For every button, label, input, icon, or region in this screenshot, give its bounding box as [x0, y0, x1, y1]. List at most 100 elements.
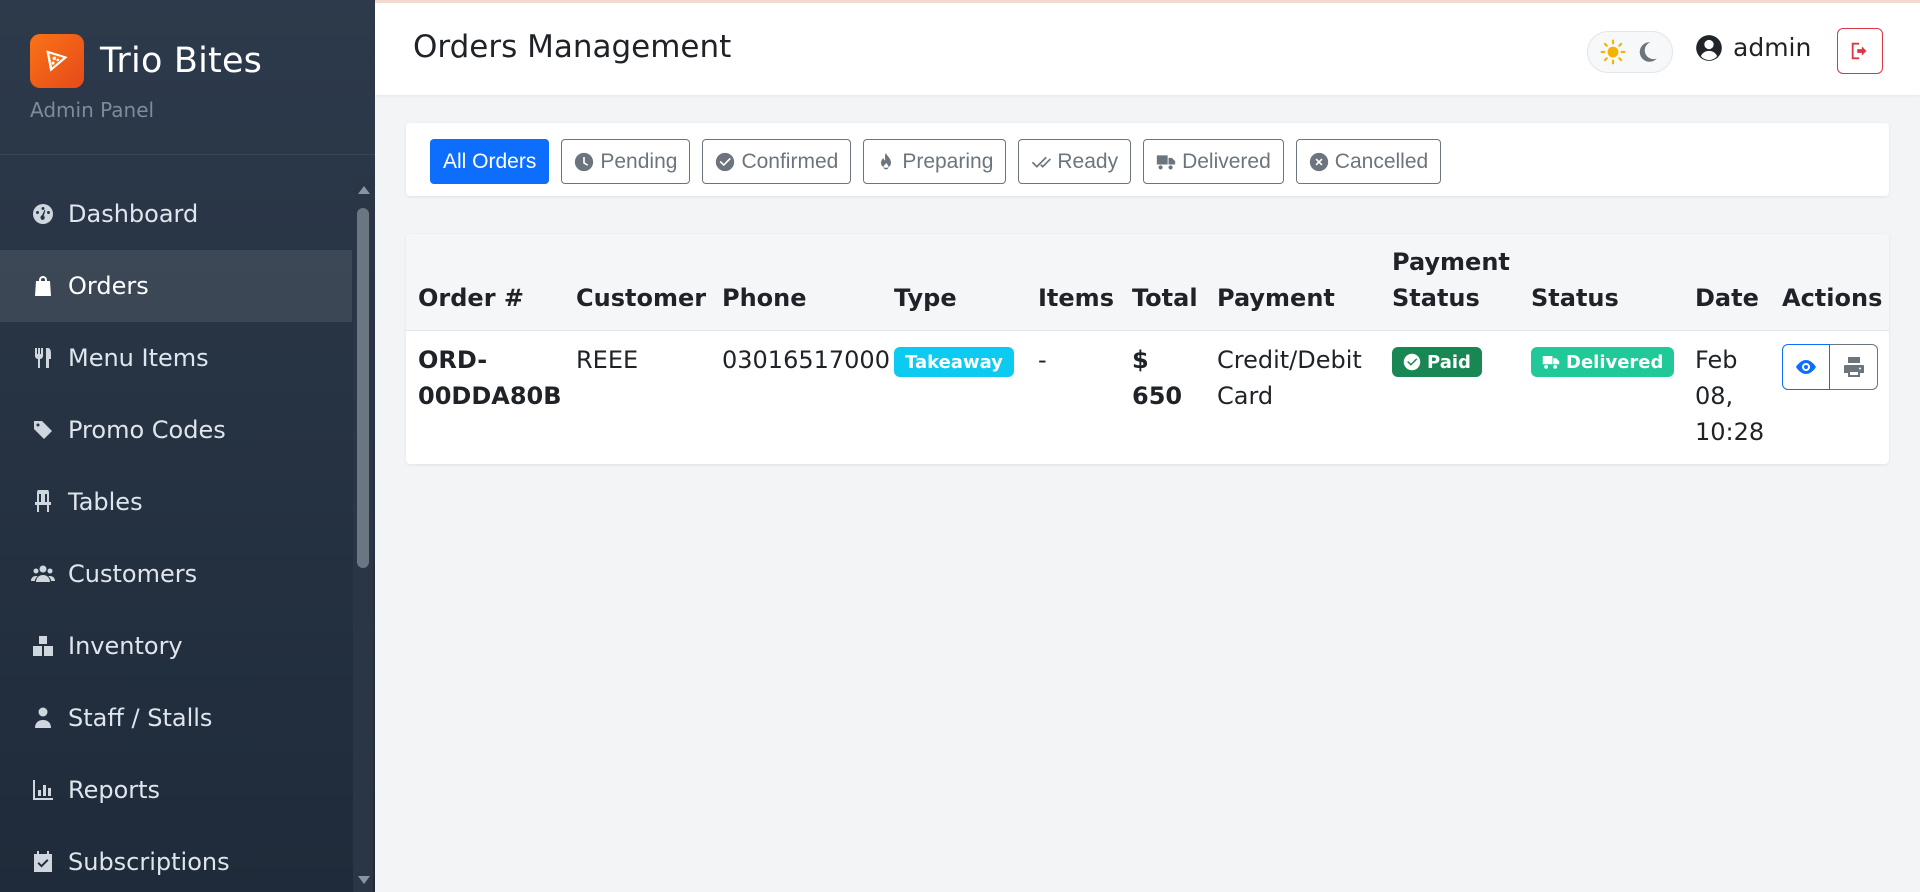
- filter-label: Cancelled: [1334, 149, 1429, 173]
- topbar: Orders Management admin: [375, 0, 1920, 95]
- order-type-label: Takeaway: [905, 351, 1003, 373]
- payment-method-line1: Credit/Debit: [1217, 346, 1362, 374]
- sidebar-item-dashboard[interactable]: Dashboard: [0, 178, 352, 250]
- brand: Trio Bites Admin Panel: [0, 0, 375, 155]
- chart-icon: [30, 777, 56, 803]
- filter-label: Confirmed: [741, 149, 839, 173]
- sidebar-scrollbar[interactable]: [353, 178, 373, 892]
- filter-pending-button[interactable]: Pending: [561, 139, 691, 184]
- chair-icon: [30, 489, 56, 515]
- payment-status-label: Paid: [1427, 351, 1471, 373]
- moon-icon[interactable]: [1634, 39, 1660, 65]
- logout-button[interactable]: [1837, 28, 1883, 74]
- brand-name: Trio Bites: [100, 41, 263, 81]
- filter-delivered-button[interactable]: Delivered: [1143, 139, 1284, 184]
- sidebar-item-customers[interactable]: Customers: [0, 538, 352, 610]
- check-circle-icon: [716, 152, 735, 171]
- eye-icon: [1796, 360, 1816, 374]
- user-menu[interactable]: admin: [1695, 33, 1811, 62]
- filter-confirmed-button[interactable]: Confirmed: [702, 139, 852, 184]
- order-number-line1: ORD-: [418, 346, 488, 374]
- scroll-down-arrow-icon[interactable]: [358, 876, 370, 884]
- tags-icon: [30, 417, 56, 443]
- double-check-icon: [1032, 156, 1052, 168]
- order-date-line1: Feb: [1695, 346, 1738, 374]
- row-actions: [1782, 344, 1878, 390]
- pizza-logo-icon: [30, 34, 84, 88]
- sidebar-item-menu-items[interactable]: Menu Items: [0, 322, 352, 394]
- order-status-label: Delivered: [1566, 351, 1664, 373]
- column-header-actions: Actions: [1782, 284, 1883, 312]
- sidebar-item-label: Dashboard: [68, 200, 199, 228]
- sidebar-item-label: Customers: [68, 560, 198, 588]
- sidebar-item-inventory[interactable]: Inventory: [0, 610, 352, 682]
- sidebar-item-label: Tables: [68, 488, 143, 516]
- column-header-total: Total: [1132, 284, 1198, 312]
- order-number-line2: 00DDA80B: [418, 382, 562, 410]
- filter-label: Preparing: [902, 149, 994, 173]
- filter-cancelled-button[interactable]: Cancelled: [1295, 139, 1442, 184]
- sidebar-item-label: Inventory: [68, 632, 183, 660]
- sidebar-item-label: Menu Items: [68, 344, 209, 372]
- customer-phone: 03016517000: [722, 346, 890, 374]
- view-order-button[interactable]: [1782, 344, 1830, 390]
- total-currency: $: [1132, 346, 1149, 374]
- filter-label: Ready: [1057, 149, 1119, 173]
- fire-icon: [881, 152, 892, 169]
- column-header-order: Order #: [418, 284, 524, 312]
- sidebar-item-label: Orders: [68, 272, 149, 300]
- column-header-date: Date: [1695, 284, 1759, 312]
- brand-subtitle: Admin Panel: [30, 98, 155, 122]
- print-icon: [1843, 357, 1864, 377]
- filter-label: Pending: [600, 149, 678, 173]
- sign-out-icon: [1851, 42, 1867, 60]
- calendar-check-icon: [30, 849, 56, 875]
- table-header: Order # Customer Phone Type Items Total …: [406, 234, 1889, 331]
- username: admin: [1733, 33, 1812, 62]
- sidebar-item-staff-stalls[interactable]: Staff / Stalls: [0, 682, 352, 754]
- column-header-payment: Payment: [1217, 284, 1335, 312]
- column-header-type: Type: [894, 284, 957, 312]
- sidebar-item-label: Promo Codes: [68, 416, 226, 444]
- sun-icon[interactable]: [1600, 39, 1626, 65]
- boxes-icon: [30, 633, 56, 659]
- sidebar-item-tables[interactable]: Tables: [0, 466, 352, 538]
- orders-table: Order # Customer Phone Type Items Total …: [406, 234, 1889, 464]
- column-header-payment-status-line2: Status: [1392, 284, 1480, 312]
- column-header-status: Status: [1531, 284, 1619, 312]
- sidebar-nav: Dashboard Orders Menu Items Promo Codes …: [0, 178, 352, 892]
- user-tie-icon: [30, 705, 56, 731]
- users-icon: [30, 561, 56, 587]
- sidebar-item-label: Subscriptions: [68, 848, 230, 876]
- sidebar-item-promo-codes[interactable]: Promo Codes: [0, 394, 352, 466]
- sidebar-item-label: Reports: [68, 776, 161, 804]
- sidebar-item-reports[interactable]: Reports: [0, 754, 352, 826]
- sidebar-item-subscriptions[interactable]: Subscriptions: [0, 826, 352, 892]
- print-order-button[interactable]: [1830, 344, 1878, 390]
- order-date-line2: 08,: [1695, 382, 1734, 410]
- filter-label: All Orders: [443, 149, 537, 173]
- scroll-up-arrow-icon[interactable]: [358, 186, 370, 194]
- filter-preparing-button[interactable]: Preparing: [863, 139, 1007, 184]
- filter-ready-button[interactable]: Ready: [1018, 139, 1132, 184]
- theme-toggle[interactable]: [1587, 31, 1673, 73]
- truck-icon: [1156, 154, 1176, 169]
- sidebar-item-label: Staff / Stalls: [68, 704, 213, 732]
- items-count: -: [1038, 346, 1047, 374]
- filter-all-orders-button[interactable]: All Orders: [430, 139, 550, 184]
- column-header-phone: Phone: [722, 284, 807, 312]
- sidebar-item-orders[interactable]: Orders: [0, 250, 352, 322]
- total-amount: 650: [1132, 382, 1183, 410]
- utensils-icon: [30, 345, 56, 371]
- payment-status-badge: Paid: [1392, 347, 1482, 377]
- scroll-thumb[interactable]: [357, 208, 369, 568]
- clock-icon: [575, 152, 594, 171]
- order-status-badge: Delivered: [1531, 347, 1675, 377]
- filter-label: Delivered: [1182, 149, 1271, 173]
- payment-method-line2: Card: [1217, 382, 1274, 410]
- column-header-payment-status-line1: Payment: [1392, 248, 1510, 276]
- truck-icon: [1542, 356, 1560, 369]
- shopping-bag-icon: [30, 273, 56, 299]
- order-type-badge: Takeaway: [894, 347, 1014, 377]
- order-date-line3: 10:28: [1695, 418, 1765, 446]
